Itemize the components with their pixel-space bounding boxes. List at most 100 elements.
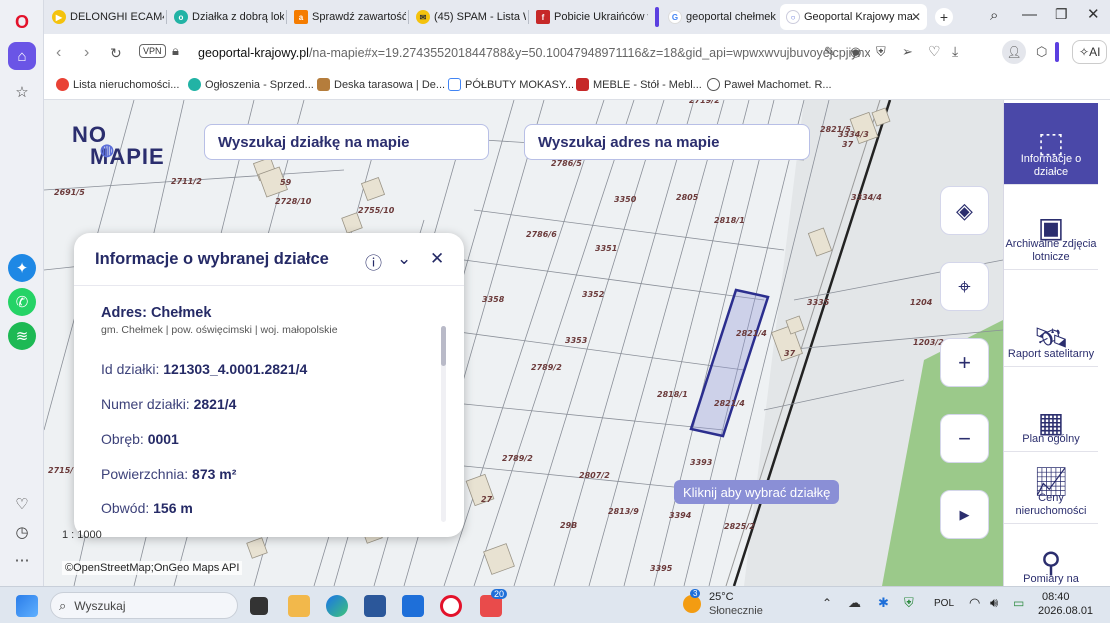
opera-logo-icon[interactable]: O xyxy=(8,8,36,36)
tab-3[interactable]: ✉ (45) SPAM - Lista Wi xyxy=(410,4,526,30)
wifi-icon[interactable]: ◠ xyxy=(969,595,980,611)
volume-icon[interactable]: 🔊︎ xyxy=(990,595,998,611)
close-icon[interactable]: ✕ xyxy=(430,249,444,269)
edge-icon[interactable] xyxy=(326,595,348,617)
url-field[interactable]: geoportal-krajowy.pl/na-mapie#x=19.27435… xyxy=(198,40,870,66)
expand-button[interactable]: ▶ xyxy=(940,490,989,539)
precinct-row: Obręb: 0001 xyxy=(101,431,179,447)
shield-icon[interactable]: ⛨ xyxy=(876,44,886,60)
close-window-icon[interactable]: ✕ xyxy=(1087,5,1100,23)
edit-icon[interactable]: ✎ xyxy=(824,44,835,60)
tool-aerial-photos[interactable]: ▣ Archiwalne zdjęcia lotnicze xyxy=(1004,188,1098,270)
parcel-search-input[interactable]: Wyszukaj działkę na mapie xyxy=(204,124,489,160)
windows-start-icon[interactable] xyxy=(16,595,38,617)
reload-icon[interactable]: ↻ xyxy=(110,45,122,62)
outlook-icon[interactable] xyxy=(402,595,424,617)
url-host: geoportal-krajowy.pl xyxy=(198,46,309,60)
tab-2[interactable]: a Sprawdź zawartość xyxy=(288,4,406,30)
tab-label: Działka z dobrą lokal xyxy=(192,11,284,23)
language-indicator[interactable]: POL xyxy=(934,598,954,609)
parcel-number-label: 2719/2 xyxy=(689,100,720,105)
chevron-down-icon[interactable]: ⌄ xyxy=(397,249,411,269)
map-attribution[interactable]: ©OpenStreetMap;OnGeo Maps API xyxy=(62,561,243,575)
search-tabs-icon[interactable]: ⌕ xyxy=(990,7,998,24)
minimize-icon[interactable]: — xyxy=(1022,6,1037,23)
zoom-in-button[interactable]: + xyxy=(940,338,989,387)
bookmarks-star-icon[interactable]: ☆ xyxy=(8,78,36,106)
send-icon[interactable]: ➢ xyxy=(902,44,913,60)
bookmark-0[interactable]: Lista nieruchomości... xyxy=(56,78,179,91)
parcel-number-value: 2821/4 xyxy=(193,396,237,412)
zoom-out-button[interactable]: − xyxy=(940,414,989,463)
logo-line1: NO xyxy=(72,122,107,147)
battery-icon[interactable]: ▭ xyxy=(1013,596,1024,610)
price-chart-icon: 📈︎ xyxy=(1033,466,1069,497)
camera-icon[interactable]: ◉ xyxy=(850,44,861,60)
tab-label: Pobicie Ukraińców w xyxy=(554,11,648,23)
parcel-number-label: 2825/2 xyxy=(724,522,755,531)
tool-parcel-info[interactable]: ⬚ Informacje o działce xyxy=(1004,103,1098,185)
profile-icon[interactable]: 👤︎ xyxy=(1002,40,1026,64)
map-canvas[interactable]: 2719/2 2821/5 3334/3 37 2691/5 2711/2 59 2728/1… xyxy=(44,100,1003,586)
tool-general-plan[interactable]: ▦ Plan ogólny xyxy=(1004,370,1098,452)
bookmark-favicon xyxy=(317,78,330,91)
bookmark-1[interactable]: Ogłoszenia - Sprzed... xyxy=(188,78,314,91)
file-explorer-icon[interactable] xyxy=(288,595,310,617)
history-clock-icon[interactable]: ◷ xyxy=(8,518,36,546)
back-icon[interactable]: ‹ xyxy=(56,44,61,62)
bookmark-5[interactable]: Paweł Machomet. R... xyxy=(707,78,832,91)
address-title: Adres: Chełmek xyxy=(101,305,212,321)
tab-1[interactable]: o Działka z dobrą lokal xyxy=(168,4,284,30)
task-view-icon[interactable] xyxy=(250,597,268,615)
tab-6-active[interactable]: ○ Geoportal Krajowy ma ✕ xyxy=(780,4,927,30)
bookmark-favicon xyxy=(188,78,201,91)
chevron-up-icon[interactable]: ⌃ xyxy=(822,596,832,610)
panel-scrollbar-thumb[interactable] xyxy=(441,326,446,366)
nomapie-logo[interactable]: NO MAPIE ◍ xyxy=(72,124,165,168)
parcel-number-label: 2807/2 xyxy=(579,471,610,480)
tab-4[interactable]: f Pobicie Ukraińców w xyxy=(530,4,648,30)
tab-5[interactable]: Ggeoportal chełmek xyxy=(662,4,777,30)
store-icon[interactable] xyxy=(364,595,386,617)
messenger-icon[interactable]: ✦ xyxy=(8,254,36,282)
windows-taskbar: ⌕ Wyszukaj 20 3 25°C Słonecznie ⌃ ☁︎ ✱ ⛨ … xyxy=(0,586,1110,623)
taskbar-search[interactable]: ⌕ Wyszukaj xyxy=(50,592,238,619)
locate-button[interactable]: ⌖ xyxy=(940,262,989,311)
more-icon[interactable]: ⋯ xyxy=(8,546,36,574)
defender-icon[interactable]: ⛨ xyxy=(904,595,914,611)
bluetooth-icon[interactable]: ✱ xyxy=(878,595,889,611)
clock-date[interactable]: 2026.08.01 xyxy=(1038,605,1093,617)
whatsapp-icon[interactable]: ✆ xyxy=(8,288,36,316)
help-icon[interactable]: ⓘ xyxy=(365,249,382,274)
heart-icon[interactable]: ♡ xyxy=(8,490,36,518)
new-tab-icon[interactable]: + xyxy=(935,8,953,26)
lock-icon[interactable]: 🔒︎ xyxy=(172,43,179,59)
opera-sidebar: O ⌂ ☆ ✦ ✆ ≋ ♡ ◷ ⋯ xyxy=(0,0,44,586)
home-icon[interactable]: ⌂ xyxy=(8,42,36,70)
ai-button[interactable]: ✧AI xyxy=(1072,40,1108,64)
extensions-cube-icon[interactable]: ⬡ xyxy=(1036,44,1047,60)
plus-icon: + xyxy=(958,349,971,375)
layers-button[interactable]: ◈ xyxy=(940,186,989,235)
clock-time[interactable]: 08:40 xyxy=(1042,591,1070,603)
tab-0[interactable]: ▶ DELONGHI ECAM470 xyxy=(46,4,164,30)
parcel-number-label: 3352 xyxy=(582,290,605,299)
download-icon[interactable]: ⤓ xyxy=(952,43,958,60)
cloud-icon[interactable]: ☁︎ xyxy=(848,595,861,611)
bookmark-3[interactable]: PÓŁBUTY MOKASY... xyxy=(448,78,574,91)
bookmark-favicon xyxy=(56,78,69,91)
forward-icon[interactable]: › xyxy=(84,44,89,62)
restore-icon[interactable]: ❐ xyxy=(1055,6,1068,23)
opera-taskbar-icon[interactable] xyxy=(440,595,462,617)
tool-property-prices[interactable]: 📈︎ Ceny nieruchomości xyxy=(1004,442,1098,524)
close-tab-icon[interactable]: ✕ xyxy=(911,10,921,24)
location-pin-icon: ○ xyxy=(786,10,800,24)
tool-measurements[interactable]: ⚲ Pomiary na xyxy=(1004,525,1098,586)
tool-satellite-report[interactable]: 🛰︎ Raport satelitarny xyxy=(1004,285,1098,367)
bookmark-4[interactable]: MEBLE - Stół - Mebl... xyxy=(576,78,702,91)
heart-icon[interactable]: ♡ xyxy=(928,43,941,60)
address-search-input[interactable]: Wyszukaj adres na mapie xyxy=(524,124,810,160)
bookmark-2[interactable]: Deska tarasowa | De... xyxy=(317,78,445,91)
spotify-icon[interactable]: ≋ xyxy=(8,322,36,350)
vpn-badge[interactable]: VPN xyxy=(139,44,166,58)
